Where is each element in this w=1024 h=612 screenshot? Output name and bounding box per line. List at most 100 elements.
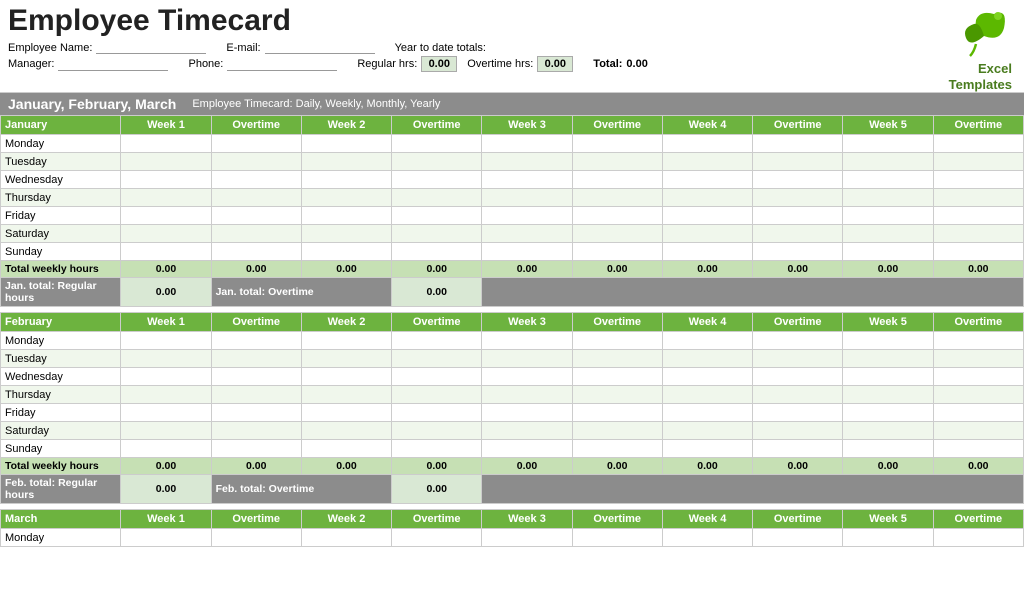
employee-name-label: Employee Name: bbox=[8, 42, 92, 54]
mar-week2-header: Week 2 bbox=[301, 510, 391, 529]
jan-week2-header: Week 2 bbox=[301, 116, 391, 135]
email-label: E-mail: bbox=[226, 42, 260, 54]
feb-regular-label: Feb. total: Regular hours bbox=[1, 475, 121, 504]
mar-ot5-header: Overtime bbox=[933, 510, 1023, 529]
feb-ot4-header: Overtime bbox=[753, 313, 843, 332]
feb-ot1-total: 0.00 bbox=[211, 458, 301, 475]
feb-sunday: Sunday bbox=[1, 440, 1024, 458]
jan-week4-header: Week 4 bbox=[662, 116, 752, 135]
feb-w4-total: 0.00 bbox=[662, 458, 752, 475]
feb-ot3-total: 0.00 bbox=[572, 458, 662, 475]
phone-input[interactable] bbox=[227, 58, 337, 71]
logo-container: ExcelTemplates bbox=[946, 4, 1016, 92]
jan-ot-value: 0.00 bbox=[392, 278, 482, 307]
feb-monday-label: Monday bbox=[1, 332, 121, 350]
jan-w4-total: 0.00 bbox=[662, 261, 752, 278]
overtime-hrs-label: Overtime hrs: bbox=[467, 58, 533, 70]
manager-input[interactable] bbox=[58, 58, 168, 71]
jan-wednesday-label: Wednesday bbox=[1, 171, 121, 189]
feb-total-weekly: Total weekly hours 0.00 0.00 0.00 0.00 0… bbox=[1, 458, 1024, 475]
jan-week3-header: Week 3 bbox=[482, 116, 572, 135]
feb-ot-value: 0.00 bbox=[392, 475, 482, 504]
ytd-label: Year to date totals: bbox=[395, 42, 486, 54]
jan-ot-label: Jan. total: Overtime bbox=[211, 278, 392, 307]
mar-week4-header: Week 4 bbox=[662, 510, 752, 529]
jan-w5-total: 0.00 bbox=[843, 261, 933, 278]
jan-w1-total: 0.00 bbox=[121, 261, 211, 278]
jan-regular-value: 0.00 bbox=[121, 278, 211, 307]
jan-mon-ot4[interactable] bbox=[753, 135, 843, 153]
jan-totals-row: Jan. total: Regular hours 0.00 Jan. tota… bbox=[1, 278, 1024, 307]
feb-ot5-header: Overtime bbox=[933, 313, 1023, 332]
feb-saturday: Saturday bbox=[1, 422, 1024, 440]
month-section-header: January, February, March Employee Timeca… bbox=[0, 93, 1024, 115]
jan-ot3-header: Overtime bbox=[572, 116, 662, 135]
feb-thursday-label: Thursday bbox=[1, 386, 121, 404]
feb-week4-header: Week 4 bbox=[662, 313, 752, 332]
feb-ot3-header: Overtime bbox=[572, 313, 662, 332]
feb-tuesday: Tuesday bbox=[1, 350, 1024, 368]
feb-week3-header: Week 3 bbox=[482, 313, 572, 332]
jan-friday: Friday bbox=[1, 207, 1024, 225]
jan-thursday: Thursday bbox=[1, 189, 1024, 207]
month-section-title: January, February, March bbox=[8, 96, 176, 112]
jan-mon-w3[interactable] bbox=[482, 135, 572, 153]
mar-ot1-header: Overtime bbox=[211, 510, 301, 529]
jan-ot4-header: Overtime bbox=[753, 116, 843, 135]
feb-totals-row: Feb. total: Regular hours 0.00 Feb. tota… bbox=[1, 475, 1024, 504]
jan-sunday-label: Sunday bbox=[1, 243, 121, 261]
march-header: March Week 1 Overtime Week 2 Overtime We… bbox=[1, 510, 1024, 529]
excel-templates-logo bbox=[946, 6, 1016, 58]
feb-wednesday: Wednesday bbox=[1, 368, 1024, 386]
february-table: February Week 1 Overtime Week 2 Overtime… bbox=[0, 312, 1024, 504]
jan-regular-label: Jan. total: Regular hours bbox=[1, 278, 121, 307]
feb-w2-total: 0.00 bbox=[301, 458, 391, 475]
mar-week1-header: Week 1 bbox=[121, 510, 211, 529]
feb-ot-label: Feb. total: Overtime bbox=[211, 475, 392, 504]
jan-ot4-total: 0.00 bbox=[753, 261, 843, 278]
jan-mon-w5[interactable] bbox=[843, 135, 933, 153]
feb-tuesday-label: Tuesday bbox=[1, 350, 121, 368]
jan-ot2-header: Overtime bbox=[392, 116, 482, 135]
mar-week3-header: Week 3 bbox=[482, 510, 572, 529]
feb-friday: Friday bbox=[1, 404, 1024, 422]
feb-w5-total: 0.00 bbox=[843, 458, 933, 475]
jan-sunday: Sunday bbox=[1, 243, 1024, 261]
jan-tuesday: Tuesday bbox=[1, 153, 1024, 171]
jan-total-weekly: Total weekly hours 0.00 0.00 0.00 0.00 0… bbox=[1, 261, 1024, 278]
email-input[interactable] bbox=[265, 41, 375, 54]
jan-mon-ot2[interactable] bbox=[392, 135, 482, 153]
mar-monday: Monday bbox=[1, 529, 1024, 547]
overtime-hrs-value: 0.00 bbox=[537, 56, 573, 72]
feb-w1-total: 0.00 bbox=[121, 458, 211, 475]
feb-ot5-total: 0.00 bbox=[933, 458, 1023, 475]
mar-ot4-header: Overtime bbox=[753, 510, 843, 529]
jan-tuesday-label: Tuesday bbox=[1, 153, 121, 171]
feb-monday: Monday bbox=[1, 332, 1024, 350]
jan-mon-ot3[interactable] bbox=[572, 135, 662, 153]
feb-week1-header: Week 1 bbox=[121, 313, 211, 332]
regular-hrs-label: Regular hrs: bbox=[357, 58, 417, 70]
employee-name-input[interactable] bbox=[96, 41, 206, 54]
feb-w3-total: 0.00 bbox=[482, 458, 572, 475]
feb-friday-label: Friday bbox=[1, 404, 121, 422]
jan-saturday-label: Saturday bbox=[1, 225, 121, 243]
jan-mon-ot5[interactable] bbox=[933, 135, 1023, 153]
feb-week5-header: Week 5 bbox=[843, 313, 933, 332]
feb-ot2-header: Overtime bbox=[392, 313, 482, 332]
feb-sunday-label: Sunday bbox=[1, 440, 121, 458]
march-table: March Week 1 Overtime Week 2 Overtime We… bbox=[0, 509, 1024, 547]
jan-mon-w4[interactable] bbox=[662, 135, 752, 153]
jan-ot1-total: 0.00 bbox=[211, 261, 301, 278]
jan-mon-w2[interactable] bbox=[301, 135, 391, 153]
jan-monday-label: Monday bbox=[1, 135, 121, 153]
feb-week2-header: Week 2 bbox=[301, 313, 391, 332]
jan-mon-w1[interactable] bbox=[121, 135, 211, 153]
jan-wednesday: Wednesday bbox=[1, 171, 1024, 189]
feb-regular-value: 0.00 bbox=[121, 475, 211, 504]
jan-mon-ot1[interactable] bbox=[211, 135, 301, 153]
feb-thursday: Thursday bbox=[1, 386, 1024, 404]
feb-weekly-label: Total weekly hours bbox=[1, 458, 121, 475]
jan-week1-header: Week 1 bbox=[121, 116, 211, 135]
manager-label: Manager: bbox=[8, 58, 54, 70]
